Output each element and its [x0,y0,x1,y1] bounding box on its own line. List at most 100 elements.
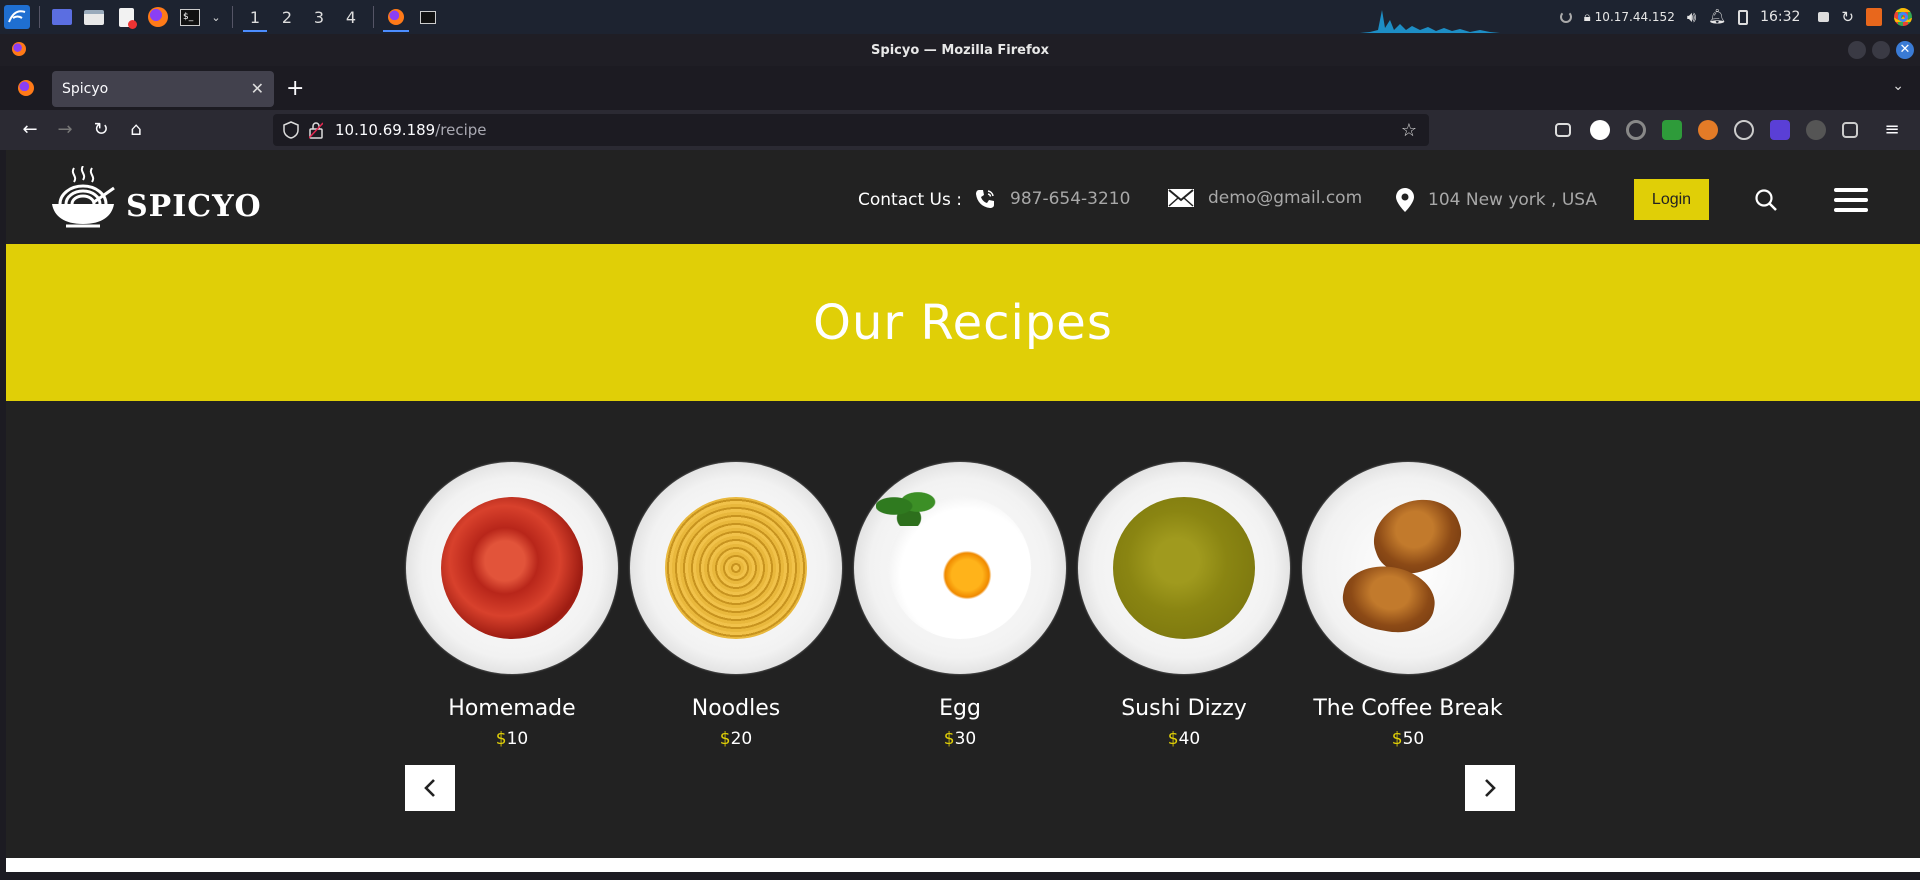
battery-icon[interactable] [1738,9,1749,25]
insecure-lock-icon[interactable] [308,121,324,143]
home-button[interactable]: ⌂ [124,118,148,142]
website-viewport: SPICYO Contact Us : 987-654-3210 demo@gm… [6,150,1920,880]
workspace-1[interactable]: 1 [239,0,271,34]
recipe-name: Sushi Dizzy [1121,696,1247,721]
firefox-launcher-icon[interactable] [145,5,171,29]
carousel-next-button[interactable] [1465,765,1515,811]
noodle-bowl-logo-icon [52,166,115,228]
show-desktop-icon[interactable] [49,5,75,29]
user-agent-icon[interactable] [1806,120,1826,140]
contact-email[interactable]: demo@gmail.com [1168,188,1362,208]
tab-spicyo[interactable]: Spicyo ✕ [52,71,274,107]
taskbar-separator [39,6,40,28]
recipe-image[interactable] [1078,462,1290,674]
taskbar-separator [373,6,374,28]
foxyproxy-icon[interactable] [1698,120,1718,140]
recipe-name: Noodles [691,696,781,721]
file-manager-icon[interactable] [81,5,107,29]
url-host: 10.10.69.189 [335,121,436,139]
page-title: Our Recipes [813,294,1113,351]
notification-bell-icon[interactable]: 🔔︎ [1708,9,1726,25]
taskbar-terminal-window[interactable] [412,0,444,34]
terminal-launcher-icon[interactable]: $_ [177,5,203,29]
reload-button[interactable]: ↻ [89,118,113,142]
search-icon[interactable] [1754,188,1778,216]
workspace-2[interactable]: 2 [271,0,303,34]
cookie-extension-icon[interactable] [1590,120,1610,140]
phone-number: 987-654-3210 [1010,189,1131,209]
burp-icon[interactable] [1866,8,1882,26]
pocket-icon[interactable] [1555,123,1571,137]
hacktools-icon[interactable] [1770,120,1790,140]
contact-address[interactable]: 104 New york , USA [1396,188,1597,212]
chevron-down-icon[interactable]: ⌄ [209,5,223,29]
network-graph-icon [1360,10,1500,33]
url-bar[interactable]: 10.10.69.189/recipe ☆ [273,114,1429,146]
volume-icon[interactable]: 🔊︎ [1687,8,1696,26]
workspace-3[interactable]: 3 [303,0,335,34]
hamburger-menu-icon[interactable] [1834,188,1868,212]
tomato-soup-icon [441,497,583,639]
recipe-price: $20 [719,729,753,749]
recipe-card-egg[interactable]: Egg $30 [854,462,1066,749]
recipe-card-homemade[interactable]: Homemade $10 [406,462,618,749]
os-taskbar: $_ ⌄ 1 2 3 4 🔒︎ 10.17.44.152 🔊︎ 🔔︎ 16:32… [0,0,1920,34]
recipe-name: Egg [939,696,981,721]
wappalyzer-icon[interactable] [1626,120,1646,140]
recipe-card-noodles[interactable]: Noodles $20 [630,462,842,749]
address-text: 104 New york , USA [1428,190,1598,210]
site-logo[interactable]: SPICYO [50,166,262,228]
window-titlebar: Spicyo — Mozilla Firefox ✕ [0,34,1920,66]
recipe-image[interactable] [630,462,842,674]
recipe-card-the-coffee-break[interactable]: The Coffee Break $50 [1302,462,1514,749]
new-tab-button[interactable]: + [286,76,304,101]
bookmark-star-icon[interactable]: ☆ [1401,120,1417,141]
app-menu-button[interactable]: ≡ [1880,118,1904,142]
vpn-lock-icon: 🔒︎ [1583,9,1591,25]
contact-phone[interactable]: 987-654-3210 [974,188,1130,210]
firefox-view-icon[interactable] [18,80,34,96]
extension-green-icon[interactable] [1662,120,1682,140]
minimize-button[interactable] [1848,41,1866,59]
page-footer-edge [6,858,1920,872]
recipe-price: $50 [1391,729,1425,749]
recipe-card-sushi-dizzy[interactable]: Sushi Dizzy $40 [1078,462,1290,749]
envelope-icon [1168,189,1194,207]
text-editor-icon[interactable] [113,5,139,29]
navigation-toolbar: ← → ↻ ⌂ 10.10.69.189/recipe ☆ ≡ [0,110,1920,150]
maximize-button[interactable] [1872,41,1890,59]
carousel-prev-button[interactable] [405,765,455,811]
tab-strip: Spicyo ✕ + ⌄ [0,66,1920,110]
vpn-ip-label: 10.17.44.152 [1594,10,1675,24]
recipe-image[interactable] [1302,462,1514,674]
recipe-image[interactable] [854,462,1066,674]
firefox-icon [12,42,26,56]
kali-menu-icon[interactable] [4,5,30,29]
phone-icon [976,190,994,208]
recipe-price: $30 [943,729,977,749]
list-tabs-chevron-icon[interactable]: ⌄ [1892,78,1904,94]
workspace-4[interactable]: 4 [335,0,367,34]
chevron-right-icon [1485,779,1496,797]
window-bottom-border [0,872,1920,880]
email-address: demo@gmail.com [1208,188,1363,208]
close-tab-icon[interactable]: ✕ [251,79,264,98]
lock-screen-icon[interactable] [1818,12,1830,22]
extensions-puzzle-icon[interactable] [1842,122,1858,138]
recipe-image[interactable] [406,462,618,674]
reload-icon[interactable]: ↻ [1841,8,1854,26]
contact-label: Contact Us : [858,190,962,210]
taskbar-firefox-window[interactable] [380,0,412,34]
tracking-shield-icon[interactable] [283,121,299,143]
login-button[interactable]: Login [1634,179,1709,220]
spaghetti-icon [665,497,807,639]
site-header: SPICYO Contact Us : 987-654-3210 demo@gm… [6,150,1920,243]
tab-title: Spicyo [62,81,109,97]
chrome-icon[interactable] [1894,8,1912,26]
globe-extension-icon[interactable] [1734,120,1754,140]
forward-button[interactable]: → [53,118,77,142]
close-window-button[interactable]: ✕ [1896,41,1914,59]
back-button[interactable]: ← [18,118,42,142]
chevron-left-icon [424,779,435,797]
clock[interactable]: 16:32 [1760,9,1800,25]
